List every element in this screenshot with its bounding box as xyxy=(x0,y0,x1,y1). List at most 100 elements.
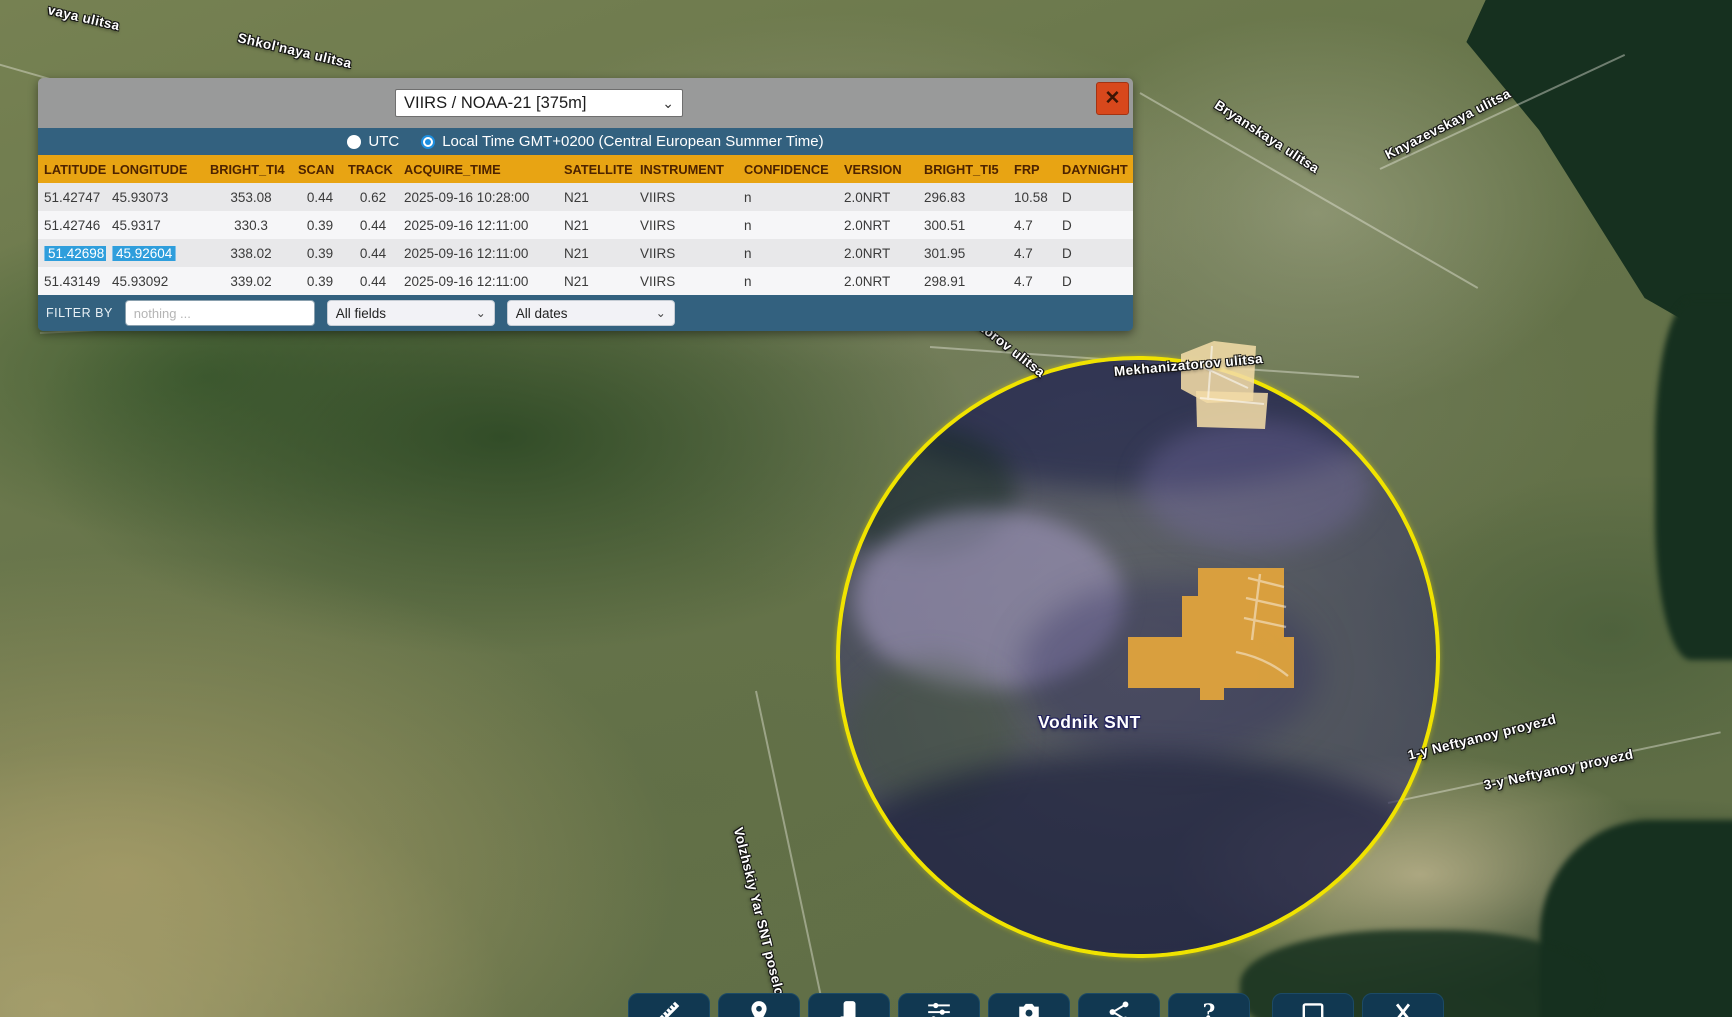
column-header-scan[interactable]: SCAN xyxy=(292,162,342,177)
filter-bar: FILTER BY All fields ⌄ All dates ⌄ xyxy=(38,295,1133,331)
table-cell[interactable]: N21 xyxy=(558,246,634,261)
column-header-confidence[interactable]: CONFIDENCE xyxy=(738,162,838,177)
radio-icon xyxy=(347,135,361,149)
table-cell[interactable]: 301.95 xyxy=(918,246,1008,261)
sliders-icon xyxy=(926,999,952,1017)
column-header-bright_ti5[interactable]: BRIGHT_TI5 xyxy=(918,162,1008,177)
table-row[interactable]: 51.4269845.92604338.020.390.442025-09-16… xyxy=(38,239,1133,267)
table-cell[interactable]: 0.44 xyxy=(342,274,398,289)
column-header-track[interactable]: TRACK xyxy=(342,162,398,177)
table-cell[interactable]: 45.93073 xyxy=(106,190,204,205)
chevron-down-icon: ⌄ xyxy=(476,309,486,317)
toolbar-sliders-button[interactable] xyxy=(898,993,980,1017)
table-cell[interactable]: 4.7 xyxy=(1008,218,1056,233)
help-icon: ? xyxy=(1196,999,1222,1017)
table-cell[interactable]: 300.51 xyxy=(918,218,1008,233)
table-cell[interactable]: n xyxy=(738,190,838,205)
table-row[interactable]: 51.4314945.93092339.020.390.442025-09-16… xyxy=(38,267,1133,295)
table-cell[interactable]: 0.39 xyxy=(292,218,342,233)
utc-radio[interactable]: UTC xyxy=(347,133,399,150)
table-cell[interactable]: VIIRS xyxy=(634,274,738,289)
table-row[interactable]: 51.4274745.93073353.080.440.622025-09-16… xyxy=(38,183,1133,211)
table-cell[interactable]: 51.42698 xyxy=(38,246,106,261)
table-cell[interactable]: 0.44 xyxy=(292,190,342,205)
screen: vaya ulitsaShkol'naya ulitsaBryanskaya u… xyxy=(0,0,1732,1017)
table-cell[interactable]: 2.0NRT xyxy=(838,274,918,289)
table-cell[interactable]: VIIRS xyxy=(634,218,738,233)
dates-select-value: All dates xyxy=(516,306,656,321)
dates-select[interactable]: All dates ⌄ xyxy=(507,300,675,326)
table-cell[interactable]: 10.58 xyxy=(1008,190,1056,205)
utc-radio-label: UTC xyxy=(368,133,399,150)
table-cell[interactable]: 51.42747 xyxy=(38,190,106,205)
panel-close-button[interactable]: ✕ xyxy=(1096,82,1129,115)
table-cell[interactable]: 0.62 xyxy=(342,190,398,205)
table-cell[interactable]: 353.08 xyxy=(204,190,292,205)
table-cell[interactable]: 0.44 xyxy=(342,218,398,233)
toolbar-rectangle-button[interactable] xyxy=(1272,993,1354,1017)
table-row[interactable]: 51.4274645.9317330.30.390.442025-09-16 1… xyxy=(38,211,1133,239)
table-cell[interactable]: D xyxy=(1056,274,1133,289)
table-cell[interactable]: n xyxy=(738,246,838,261)
toolbar-measure-button[interactable] xyxy=(628,993,710,1017)
table-cell[interactable]: D xyxy=(1056,218,1133,233)
table-cell[interactable]: n xyxy=(738,218,838,233)
table-cell[interactable]: n xyxy=(738,274,838,289)
table-cell[interactable]: 2.0NRT xyxy=(838,246,918,261)
column-header-daynight[interactable]: DAYNIGHT xyxy=(1056,162,1133,177)
burn-mid-patch xyxy=(1020,580,1320,760)
column-header-latitude[interactable]: LATITUDE xyxy=(38,162,106,177)
toolbar-camera-button[interactable] xyxy=(988,993,1070,1017)
table-cell[interactable]: 339.02 xyxy=(204,274,292,289)
table-cell[interactable]: 330.3 xyxy=(204,218,292,233)
table-cell[interactable]: D xyxy=(1056,246,1133,261)
toolbar-close-button[interactable] xyxy=(1362,993,1444,1017)
dataset-select[interactable]: VIIRS / NOAA-21 [375m] ⌄ xyxy=(395,89,683,117)
camera-icon xyxy=(1016,999,1042,1017)
column-header-version[interactable]: VERSION xyxy=(838,162,918,177)
column-header-longitude[interactable]: LONGITUDE xyxy=(106,162,204,177)
table-cell[interactable]: 2025-09-16 12:11:00 xyxy=(398,218,558,233)
chevron-down-icon: ⌄ xyxy=(662,98,674,108)
table-body: 51.4274745.93073353.080.440.622025-09-16… xyxy=(38,183,1133,295)
column-header-satellite[interactable]: SATELLITE xyxy=(558,162,634,177)
table-cell[interactable]: 298.91 xyxy=(918,274,1008,289)
table-cell[interactable]: 4.7 xyxy=(1008,246,1056,261)
column-header-acquire_time[interactable]: ACQUIRE_TIME xyxy=(398,162,558,177)
table-cell[interactable]: 51.43149 xyxy=(38,274,106,289)
table-cell[interactable]: 338.02 xyxy=(204,246,292,261)
burn-area-overlay xyxy=(840,360,1436,954)
burn-light-patch xyxy=(1140,420,1370,550)
table-cell[interactable]: VIIRS xyxy=(634,246,738,261)
toolbar-location-button[interactable] xyxy=(718,993,800,1017)
toolbar-share-button[interactable] xyxy=(1078,993,1160,1017)
table-cell[interactable]: N21 xyxy=(558,218,634,233)
table-cell[interactable]: N21 xyxy=(558,190,634,205)
table-cell[interactable]: 45.9317 xyxy=(106,218,204,233)
column-header-instrument[interactable]: INSTRUMENT xyxy=(634,162,738,177)
table-cell[interactable]: 2025-09-16 10:28:00 xyxy=(398,190,558,205)
table-cell[interactable]: N21 xyxy=(558,274,634,289)
filter-input[interactable] xyxy=(125,300,315,326)
toolbar-help-button[interactable]: ? xyxy=(1168,993,1250,1017)
table-cell[interactable]: 0.44 xyxy=(342,246,398,261)
table-cell[interactable]: 2.0NRT xyxy=(838,218,918,233)
table-cell[interactable]: 45.92604 xyxy=(106,246,204,261)
table-cell[interactable]: D xyxy=(1056,190,1133,205)
close-icon xyxy=(1390,999,1416,1017)
table-cell[interactable]: 4.7 xyxy=(1008,274,1056,289)
fields-select[interactable]: All fields ⌄ xyxy=(327,300,495,326)
table-cell[interactable]: 51.42746 xyxy=(38,218,106,233)
column-header-frp[interactable]: FRP xyxy=(1008,162,1056,177)
table-cell[interactable]: 0.39 xyxy=(292,274,342,289)
table-cell[interactable]: 0.39 xyxy=(292,246,342,261)
table-cell[interactable]: 2025-09-16 12:11:00 xyxy=(398,274,558,289)
toolbar-card-button[interactable] xyxy=(808,993,890,1017)
local-time-radio[interactable]: Local Time GMT+0200 (Central European Su… xyxy=(421,133,823,150)
table-cell[interactable]: 45.93092 xyxy=(106,274,204,289)
column-header-bright_ti4[interactable]: BRIGHT_TI4 xyxy=(204,162,292,177)
table-cell[interactable]: 296.83 xyxy=(918,190,1008,205)
table-cell[interactable]: 2025-09-16 12:11:00 xyxy=(398,246,558,261)
table-cell[interactable]: 2.0NRT xyxy=(838,190,918,205)
table-cell[interactable]: VIIRS xyxy=(634,190,738,205)
